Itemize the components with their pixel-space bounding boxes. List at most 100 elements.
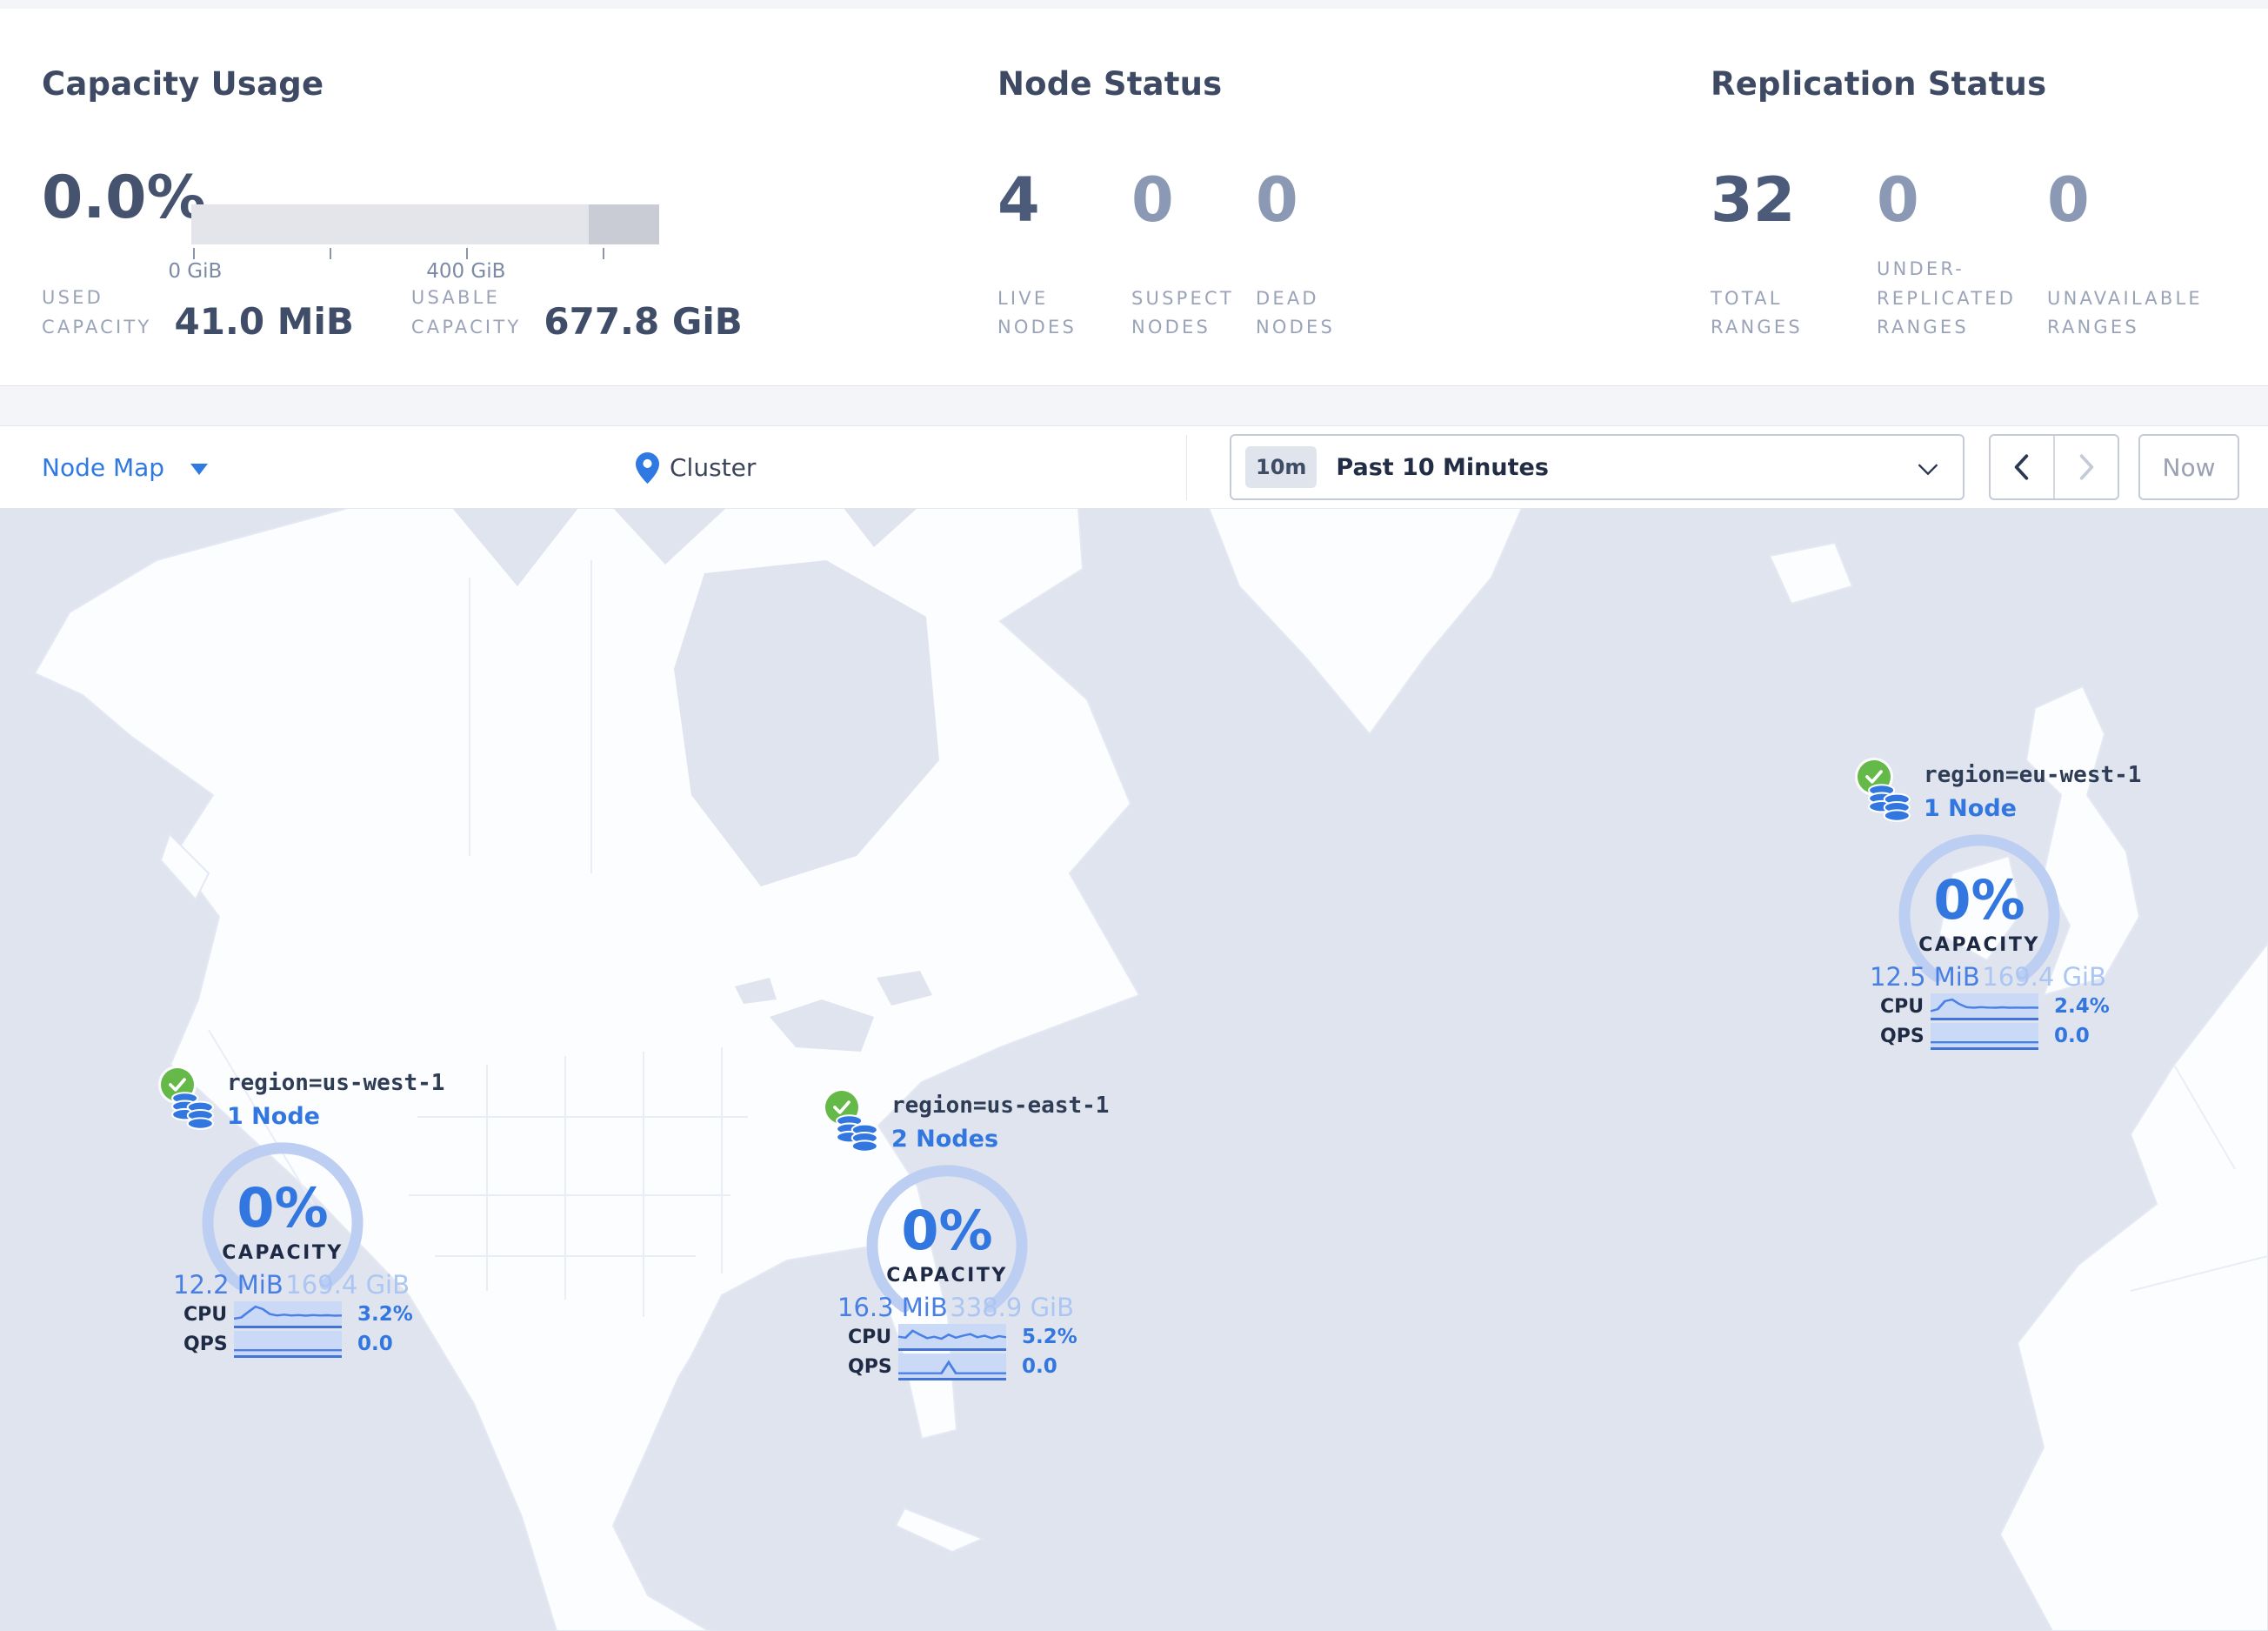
qps-label: QPS xyxy=(1880,1025,1924,1047)
region-card-eu-west-1[interactable]: region=eu-west-1 1 Node 0% CAPACITY 12.5… xyxy=(1858,760,2141,1056)
replication-status-title: Replication Status xyxy=(1711,64,2047,103)
qps-sparkline xyxy=(1931,1022,2038,1050)
dead-nodes-stat: 0 DEAD NODES xyxy=(1256,165,1386,343)
suspect-nodes-stat: 0 SUSPECT NODES xyxy=(1131,165,1256,343)
used-capacity-label: USED CAPACITY xyxy=(42,287,152,338)
chevron-right-icon xyxy=(2079,454,2094,480)
replication-status-stats: 32 TOTAL RANGES 0 UNDER- REPLICATED RANG… xyxy=(1711,165,2221,343)
cluster-overview-page: Capacity Usage Node Status Replication S… xyxy=(0,0,2268,1631)
live-nodes-stat: 4 LIVE NODES xyxy=(997,165,1131,343)
region-node-count: 2 Nodes xyxy=(891,1126,999,1153)
region-used-capacity: 12.2 MiB xyxy=(173,1270,284,1300)
time-forward-button[interactable] xyxy=(2055,436,2118,498)
qps-value: 0.0 xyxy=(2054,1025,2090,1047)
qps-label: QPS xyxy=(848,1355,892,1378)
dead-nodes-count: 0 xyxy=(1256,164,1298,236)
live-nodes-label: LIVE NODES xyxy=(997,287,1077,338)
usable-capacity: USABLE CAPACITY 677.8 GiB xyxy=(411,284,743,342)
cpu-label: CPU xyxy=(183,1303,228,1326)
region-capacity-label: CAPACITY xyxy=(222,1242,344,1264)
unavailable-ranges-label: UNAVAILABLE RANGES xyxy=(2047,287,2203,338)
usable-capacity-value: 677.8 GiB xyxy=(544,300,743,344)
capacity-tick-label-0: 0 GiB xyxy=(168,260,223,283)
database-stack-icon xyxy=(1868,784,1911,822)
breadcrumb-cluster[interactable]: Cluster xyxy=(636,426,756,509)
capacity-bar-reserved-segment xyxy=(589,204,659,244)
unavailable-ranges-stat: 0 UNAVAILABLE RANGES xyxy=(2047,165,2221,343)
view-selector-dropdown[interactable]: Node Map xyxy=(42,426,209,509)
time-range-label: Past 10 Minutes xyxy=(1336,453,1549,481)
capacity-details: USED CAPACITY 41.0 MiB USABLE CAPACITY 6… xyxy=(42,284,800,342)
region-capacity-label: CAPACITY xyxy=(1918,934,2040,956)
region-card-us-east-1[interactable]: region=us-east-1 2 Nodes 0% CAPACITY 16.… xyxy=(825,1091,1109,1387)
chevron-down-icon xyxy=(1918,464,1938,476)
cpu-label: CPU xyxy=(848,1326,892,1348)
time-range-dropdown[interactable]: 10m Past 10 Minutes xyxy=(1230,434,1964,500)
suspect-nodes-count: 0 xyxy=(1131,164,1174,236)
region-total-capacity: 169.4 GiB xyxy=(285,1270,410,1300)
chevron-left-icon xyxy=(2014,454,2029,480)
cpu-value: 2.4% xyxy=(2054,995,2110,1018)
total-ranges-label: TOTAL RANGES xyxy=(1711,287,1803,338)
region-total-capacity: 169.4 GiB xyxy=(1982,962,2106,992)
region-used-capacity: 12.5 MiB xyxy=(1870,962,1980,992)
cluster-summary-panel: Capacity Usage Node Status Replication S… xyxy=(0,9,2268,386)
under-replicated-ranges-count: 0 xyxy=(1877,164,1919,236)
node-map[interactable]: region=us-west-1 1 Node 0% CAPACITY 12.2… xyxy=(0,508,2268,1631)
capacity-used-percent: 0.0% xyxy=(42,164,206,232)
dead-nodes-label: DEAD NODES xyxy=(1256,287,1336,338)
region-node-count: 1 Node xyxy=(227,1103,320,1130)
cpu-sparkline xyxy=(1931,993,2038,1020)
region-used-capacity: 16.3 MiB xyxy=(837,1293,948,1322)
capacity-bar: 0 GiB 400 GiB xyxy=(168,204,659,286)
suspect-nodes-label: SUSPECT NODES xyxy=(1131,287,1234,338)
time-range-badge: 10m xyxy=(1245,446,1317,488)
qps-sparkline xyxy=(234,1330,342,1358)
region-total-capacity: 338.9 GiB xyxy=(950,1293,1074,1322)
map-toolbar: Node Map Cluster 10m Past 10 Minutes Now xyxy=(0,425,2268,510)
unavailable-ranges-count: 0 xyxy=(2047,164,2090,236)
time-pager xyxy=(1989,434,2119,500)
region-name: region=us-east-1 xyxy=(891,1093,1110,1119)
region-capacity-percent: 0% xyxy=(901,1199,993,1262)
region-card-us-west-1[interactable]: region=us-west-1 1 Node 0% CAPACITY 12.2… xyxy=(161,1068,444,1364)
database-stack-icon xyxy=(171,1092,214,1130)
under-replicated-ranges-stat: 0 UNDER- REPLICATED RANGES xyxy=(1877,165,2047,343)
qps-value: 0.0 xyxy=(1022,1355,1057,1378)
cpu-value: 3.2% xyxy=(357,1303,413,1326)
total-ranges-count: 32 xyxy=(1711,164,1796,236)
under-replicated-ranges-label: UNDER- REPLICATED RANGES xyxy=(1877,258,2017,338)
region-node-count: 1 Node xyxy=(1924,795,2017,822)
region-name: region=eu-west-1 xyxy=(1924,762,2142,788)
node-status-stats: 4 LIVE NODES 0 SUSPECT NODES 0 DEAD NODE… xyxy=(997,165,1386,343)
region-name: region=us-west-1 xyxy=(227,1070,445,1096)
cpu-sparkline xyxy=(898,1323,1006,1351)
map-pin-icon xyxy=(636,451,659,484)
used-capacity-value: 41.0 MiB xyxy=(174,300,354,344)
capacity-usage-title: Capacity Usage xyxy=(42,64,324,103)
capacity-bar-track xyxy=(191,204,659,244)
cpu-sparkline xyxy=(234,1300,342,1328)
database-stack-icon xyxy=(836,1114,878,1153)
node-status-title: Node Status xyxy=(997,64,1223,103)
now-button[interactable]: Now xyxy=(2138,434,2239,500)
usable-capacity-label: USABLE CAPACITY xyxy=(410,287,522,338)
qps-label: QPS xyxy=(183,1333,228,1355)
region-capacity-percent: 0% xyxy=(1933,868,2025,932)
cpu-label: CPU xyxy=(1880,995,1924,1018)
qps-value: 0.0 xyxy=(357,1333,393,1355)
cpu-value: 5.2% xyxy=(1022,1326,1077,1348)
total-ranges-stat: 32 TOTAL RANGES xyxy=(1711,165,1877,343)
toolbar-divider xyxy=(1186,435,1187,500)
region-capacity-percent: 0% xyxy=(237,1176,329,1240)
capacity-bar-ticks xyxy=(191,246,659,260)
region-capacity-label: CAPACITY xyxy=(886,1265,1008,1287)
time-back-button[interactable] xyxy=(1991,436,2055,498)
qps-sparkline xyxy=(898,1353,1006,1380)
breadcrumb-label: Cluster xyxy=(670,453,757,482)
capacity-tick-label-400: 400 GiB xyxy=(426,260,506,283)
used-capacity: USED CAPACITY 41.0 MiB xyxy=(42,284,354,342)
view-selector-label: Node Map xyxy=(42,453,165,482)
caret-down-icon xyxy=(190,464,209,475)
live-nodes-count: 4 xyxy=(997,164,1040,236)
